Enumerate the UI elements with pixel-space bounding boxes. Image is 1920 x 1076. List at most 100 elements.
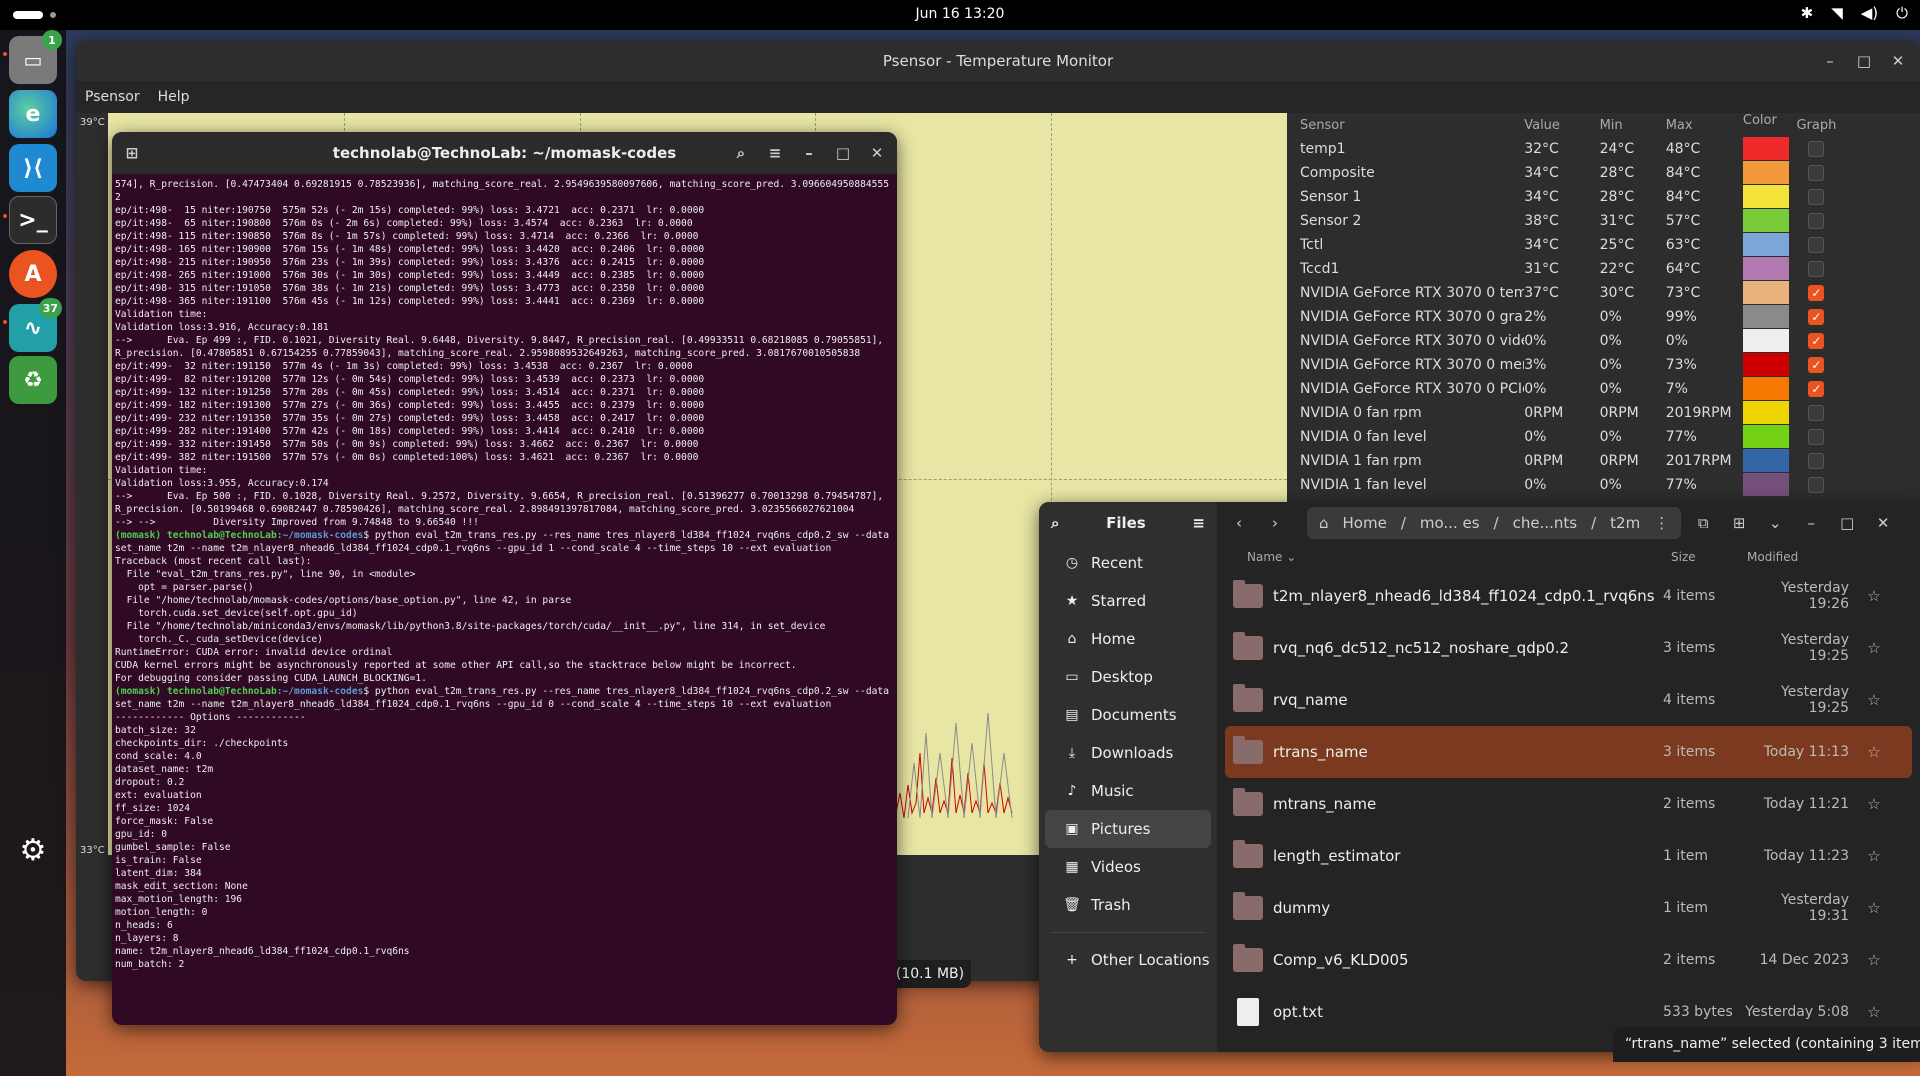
sensor-row[interactable]: NVIDIA 1 fan rpm 0RPM 0RPM 2017RPM	[1294, 449, 1844, 473]
view-options-icon[interactable]: ⌄	[1761, 509, 1789, 537]
sensor-color-swatch[interactable]	[1742, 137, 1789, 161]
star-icon[interactable]: ☆	[1849, 1003, 1899, 1021]
sensor-color-swatch[interactable]	[1742, 209, 1789, 233]
graph-checkbox[interactable]	[1808, 429, 1825, 445]
sensor-row[interactable]: NVIDIA GeForce RTX 3070 0 memory3% 0% 73% ✓	[1294, 353, 1844, 377]
star-icon[interactable]: ☆	[1849, 691, 1899, 709]
graph-checkbox[interactable]	[1808, 165, 1825, 181]
new-tab-icon[interactable]: ⊞	[118, 139, 146, 167]
graph-checkbox[interactable]	[1808, 189, 1825, 205]
graph-checkbox[interactable]	[1808, 405, 1825, 421]
col-name[interactable]: Name ⌄	[1247, 550, 1671, 564]
sensor-color-swatch[interactable]	[1742, 281, 1789, 305]
path-bar[interactable]: ⌂ Home / mo... es / che...nts / t2m ⋮	[1307, 507, 1682, 539]
breadcrumb-item[interactable]: che...nts	[1513, 514, 1578, 532]
graph-checkbox[interactable]: ✓	[1808, 285, 1825, 301]
psensor-app-icon[interactable]: ∿ 37	[9, 298, 62, 352]
sensor-color-swatch[interactable]	[1742, 377, 1789, 401]
col-max[interactable]: Max	[1666, 118, 1743, 133]
sensor-row[interactable]: NVIDIA 0 fan rpm 0RPM 0RPM 2019RPM	[1294, 401, 1844, 425]
files-app-icon[interactable]: ▭ 1	[9, 30, 62, 84]
sensor-color-swatch[interactable]	[1742, 353, 1789, 377]
star-icon[interactable]: ☆	[1849, 951, 1899, 969]
star-icon[interactable]: ☆	[1849, 795, 1899, 813]
bluetooth-icon[interactable]: ✱	[1801, 4, 1814, 22]
sensor-row[interactable]: NVIDIA GeForce RTX 3070 0 video 0% 0% 0% ✓	[1294, 329, 1844, 353]
minimize-icon[interactable]: –	[795, 139, 823, 167]
col-graph[interactable]: Graph	[1789, 118, 1844, 133]
graph-checkbox[interactable]: ✓	[1808, 357, 1825, 373]
sensor-row[interactable]: Sensor 2 38°C 31°C 57°C	[1294, 209, 1844, 233]
maximize-icon[interactable]: □	[829, 139, 857, 167]
forward-icon[interactable]: ›	[1261, 509, 1289, 537]
wifi-icon[interactable]: ◥	[1831, 4, 1843, 22]
close-icon[interactable]: ✕	[863, 139, 891, 167]
sidebar-item-documents[interactable]: ▤ Documents	[1045, 696, 1211, 734]
star-icon[interactable]: ☆	[1849, 847, 1899, 865]
edge-browser-icon[interactable]: e	[9, 90, 57, 138]
sensor-row[interactable]: NVIDIA GeForce RTX 3070 0 PCIe 0% 0% 7% ✓	[1294, 377, 1844, 401]
sensor-row[interactable]: Tctl 34°C 25°C 63°C	[1294, 233, 1844, 257]
file-row[interactable]: dummy 1 item Yesterday 19:31 ☆	[1225, 882, 1912, 934]
sensor-color-swatch[interactable]	[1742, 449, 1789, 473]
sensor-color-swatch[interactable]	[1742, 161, 1789, 185]
sensor-color-swatch[interactable]	[1742, 185, 1789, 209]
sensor-row[interactable]: temp1 32°C 24°C 48°C	[1294, 137, 1844, 161]
search-icon[interactable]: ⌕	[1051, 514, 1059, 532]
graph-checkbox[interactable]	[1808, 237, 1825, 253]
file-row[interactable]: t2m_nlayer8_nhead6_ld384_ff1024_cdp0.1_r…	[1225, 570, 1912, 622]
graph-checkbox[interactable]	[1808, 477, 1825, 493]
file-row[interactable]: mtrans_name 2 items Today 11:21 ☆	[1225, 778, 1912, 830]
menu-help[interactable]: Help	[158, 89, 190, 105]
terminal-app-icon[interactable]: >_	[9, 196, 57, 244]
file-row[interactable]: length_estimator 1 item Today 11:23 ☆	[1225, 830, 1912, 882]
graph-checkbox[interactable]: ✓	[1808, 333, 1825, 349]
sensor-row[interactable]: NVIDIA GeForce RTX 3070 0 graphics2% 0% 99…	[1294, 305, 1844, 329]
col-min[interactable]: Min	[1600, 118, 1666, 133]
graph-checkbox[interactable]	[1808, 453, 1825, 469]
breadcrumb-home[interactable]: Home	[1343, 514, 1387, 532]
star-icon[interactable]: ☆	[1849, 899, 1899, 917]
sensor-row[interactable]: NVIDIA GeForce RTX 3070 0 temp 37°C 30°C 73…	[1294, 281, 1844, 305]
graph-checkbox[interactable]	[1808, 213, 1825, 229]
col-size[interactable]: Size	[1671, 550, 1747, 564]
col-color[interactable]: Color	[1743, 113, 1789, 137]
show-apps-icon[interactable]: ⚙	[9, 826, 57, 874]
col-sensor[interactable]: Sensor	[1294, 118, 1524, 133]
sensor-row[interactable]: Sensor 1 34°C 28°C 84°C	[1294, 185, 1844, 209]
sidebar-item-starred[interactable]: ★ Starred	[1045, 582, 1211, 620]
minimize-icon[interactable]: –	[1797, 509, 1825, 537]
hamburger-menu-icon[interactable]: ≡	[1192, 514, 1205, 532]
sidebar-item-pictures[interactable]: ▣ Pictures	[1045, 810, 1211, 848]
trash-app-icon[interactable]: ♻	[9, 356, 57, 404]
terminal-titlebar[interactable]: ⊞ technolab@TechnoLab: ~/momask-codes ⌕ …	[112, 132, 897, 174]
breadcrumb-current[interactable]: t2m	[1610, 514, 1640, 532]
volume-icon[interactable]: ◀)	[1861, 4, 1878, 22]
sensor-row[interactable]: NVIDIA 1 fan level 0% 0% 77%	[1294, 473, 1844, 497]
sidebar-item-recent[interactable]: ◷ Recent	[1045, 544, 1211, 582]
vscode-icon[interactable]: ⟩⟨	[9, 144, 57, 192]
sensor-color-swatch[interactable]	[1742, 257, 1789, 281]
col-modified[interactable]: Modified	[1747, 550, 1798, 564]
back-icon[interactable]: ‹	[1225, 509, 1253, 537]
sensor-color-swatch[interactable]	[1742, 305, 1789, 329]
star-icon[interactable]: ☆	[1849, 743, 1899, 761]
sidebar-item-trash[interactable]: 🗑 Trash	[1045, 886, 1211, 924]
power-icon[interactable]: ⏻	[1896, 4, 1908, 22]
clock[interactable]: Jun 16 13:20	[0, 6, 1920, 22]
star-icon[interactable]: ☆	[1849, 639, 1899, 657]
sensor-color-swatch[interactable]	[1742, 401, 1789, 425]
menu-psensor[interactable]: Psensor	[85, 89, 140, 105]
psensor-titlebar[interactable]: Psensor - Temperature Monitor – □ ✕	[76, 41, 1920, 81]
sidebar-item-home[interactable]: ⌂ Home	[1045, 620, 1211, 658]
sensor-row[interactable]: NVIDIA 0 fan level 0% 0% 77%	[1294, 425, 1844, 449]
graph-checkbox[interactable]	[1808, 261, 1825, 277]
graph-checkbox[interactable]	[1808, 141, 1825, 157]
sensor-color-swatch[interactable]	[1742, 233, 1789, 257]
system-tray[interactable]: ✱ ◥ ◀) ⏻	[1801, 4, 1908, 22]
sidebar-item-music[interactable]: ♪ Music	[1045, 772, 1211, 810]
close-icon[interactable]: ✕	[1884, 47, 1912, 75]
col-value[interactable]: Value	[1524, 118, 1599, 133]
file-row[interactable]: Comp_v6_KLD005 2 items 14 Dec 2023 ☆	[1225, 934, 1912, 986]
app-center-icon[interactable]: A	[9, 250, 57, 298]
